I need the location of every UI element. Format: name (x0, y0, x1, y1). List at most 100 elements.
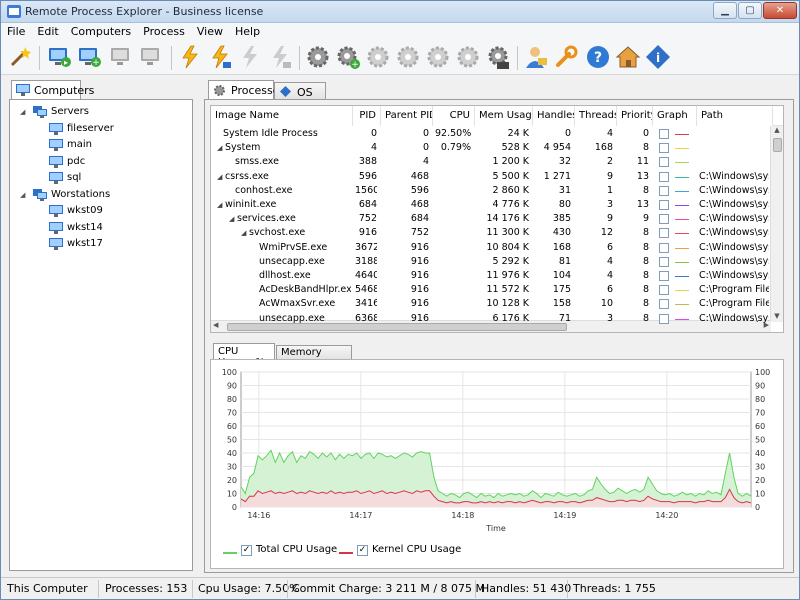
tree-item[interactable]: main (10, 137, 190, 153)
remove-computer-icon[interactable] (139, 44, 165, 70)
process-row[interactable]: System Idle Process 0 0 92.50% 24 K 0 4 0 (211, 127, 771, 141)
close-button[interactable]: ✕ (763, 2, 797, 19)
process-row[interactable]: unsecapp.exe 6368 916 6 176 K 71 3 8 C:\Windows… (211, 312, 771, 326)
kill-process-tree-icon[interactable] (207, 44, 233, 70)
tab-computers[interactable]: Computers (11, 80, 94, 100)
y-tick-label-left: 70 (227, 409, 237, 418)
menu-computers[interactable]: Computers (65, 23, 137, 38)
graph-checkbox[interactable] (659, 242, 669, 253)
menu-view[interactable]: View (191, 23, 229, 38)
tree-group[interactable]: ◢ Worstations (10, 187, 190, 203)
tab-processes[interactable]: Processes (208, 80, 285, 100)
column-header-handles[interactable]: Handles (533, 106, 575, 126)
graph-checkbox[interactable] (659, 214, 669, 225)
expander-icon[interactable]: ◢ (20, 104, 28, 120)
process-row[interactable]: ◢ wininit.exe 684 468 4 776 K 80 3 13 C:\Windows… (211, 198, 771, 212)
column-header-priority[interactable]: Priority (617, 106, 653, 126)
tree-item[interactable]: fileserver (10, 121, 190, 137)
minimize-button[interactable]: ▁ (713, 2, 737, 19)
column-header-name[interactable]: Image Name (211, 106, 353, 126)
gear-pause-icon[interactable] (425, 44, 451, 70)
cell-path: C:\Windows\syste (699, 213, 769, 225)
process-row[interactable]: ◢ svchost.exe 916 752 11 300 K 430 12 8 C:\Windo… (211, 226, 771, 240)
graph-checkbox[interactable] (659, 129, 669, 139)
graph-checkbox[interactable] (659, 157, 669, 168)
expander-icon[interactable]: ◢ (241, 226, 249, 240)
process-row[interactable]: AcDeskBandHlpr.exe 5468 916 11 572 K 175 6 8 C:… (211, 283, 771, 297)
tree-item[interactable]: sql (10, 170, 190, 186)
stop-tree-icon[interactable] (267, 44, 293, 70)
process-row[interactable]: smss.exe 388 4 1 200 K 32 2 11 (211, 155, 771, 169)
cell-pid: 4640 (355, 270, 377, 281)
menu-help[interactable]: Help (229, 23, 266, 38)
info-icon[interactable]: i (645, 44, 671, 70)
home-icon[interactable] (615, 44, 641, 70)
gear-services-icon[interactable] (485, 44, 511, 70)
gear-icon[interactable] (305, 44, 331, 70)
graph-checkbox[interactable] (659, 171, 669, 182)
user-icon[interactable] (523, 44, 549, 70)
graph-checkbox[interactable] (659, 285, 669, 296)
vertical-scrollbar[interactable]: ▲ ▼ (770, 124, 783, 322)
column-header-mem[interactable]: Mem Usage (475, 106, 533, 126)
graph-checkbox[interactable] (659, 271, 669, 281)
column-header-path[interactable]: Path (697, 106, 773, 126)
tree-item[interactable]: wkst17 (10, 236, 190, 252)
process-row[interactable]: conhost.exe 1560 596 2 860 K 31 1 8 C:\Windows\… (211, 184, 771, 198)
menu-edit[interactable]: Edit (31, 23, 64, 38)
maximize-button[interactable]: ▢ (738, 2, 762, 19)
expander-icon[interactable]: ◢ (217, 170, 225, 184)
tree-group[interactable]: ◢ Servers (10, 104, 190, 120)
menu-file[interactable]: File (1, 23, 31, 38)
gear-add-icon[interactable]: + (335, 44, 361, 70)
legend-checkbox-total[interactable]: ✓ (241, 545, 252, 556)
process-row[interactable]: AcWmaxSvr.exe 3416 916 10 128 K 158 10 8 C:\Pro… (211, 297, 771, 311)
process-row[interactable]: ◢ csrss.exe 596 468 5 500 K 1 271 9 13 C:\Window… (211, 170, 771, 184)
kill-process-icon[interactable] (177, 44, 203, 70)
gear-remove-icon[interactable] (365, 44, 391, 70)
process-row[interactable]: ◢ services.exe 752 684 14 176 K 385 9 9 C:\Windo… (211, 212, 771, 226)
wrench-icon[interactable] (553, 44, 579, 70)
graph-checkbox[interactable] (659, 143, 669, 154)
process-row[interactable]: ◢ System 4 0 0.79% 528 K 4 954 168 8 (211, 141, 771, 155)
tab-memory-usage[interactable]: Memory Usage, % (276, 345, 352, 369)
graph-checkbox[interactable] (659, 185, 669, 196)
graph-checkbox[interactable] (659, 256, 669, 267)
column-header-pid[interactable]: PID (353, 106, 381, 126)
graph-checkbox[interactable] (659, 299, 669, 310)
gear-stop-icon[interactable] (395, 44, 421, 70)
column-header-ppid[interactable]: Parent PID (381, 106, 433, 126)
expander-icon[interactable]: ◢ (217, 141, 225, 155)
legend-kernel-cpu[interactable]: ✓ Kernel CPU Usage (339, 544, 559, 560)
process-name: services.exe (237, 213, 296, 225)
legend-checkbox-kernel[interactable]: ✓ (357, 545, 368, 556)
computer-icon (49, 172, 63, 184)
column-header-cpu[interactable]: CPU (433, 106, 475, 126)
tab-os-info[interactable]: OS Info (274, 82, 326, 112)
process-row[interactable]: WmiPrvSE.exe 3672 916 10 804 K 168 6 8 C:\Windo… (211, 241, 771, 255)
cell-cpu: 92.50% (435, 128, 471, 139)
wand-icon[interactable] (7, 44, 33, 70)
expander-icon[interactable]: ◢ (20, 187, 28, 203)
menu-process[interactable]: Process (137, 23, 191, 38)
tree-item[interactable]: pdc (10, 154, 190, 170)
table-header: Image Name PID Parent PID CPU Mem Usage Handl… (211, 106, 783, 126)
expander-icon[interactable]: ◢ (229, 212, 237, 226)
help-icon[interactable]: ? (585, 44, 611, 70)
tree-item[interactable]: wkst14 (10, 220, 190, 236)
tree-item[interactable]: wkst09 (10, 203, 190, 219)
gear-restart-icon[interactable] (455, 44, 481, 70)
graph-checkbox[interactable] (659, 313, 669, 324)
graph-checkbox[interactable] (659, 200, 669, 210)
tab-cpu-usage[interactable]: CPU Usage, % (213, 343, 275, 368)
add-computer-icon[interactable]: + (77, 44, 103, 70)
graph-checkbox[interactable] (659, 228, 669, 239)
connect-computer-icon[interactable]: ▸ (47, 44, 73, 70)
process-row[interactable]: unsecapp.exe 3188 916 5 292 K 81 4 8 C:\Windows… (211, 255, 771, 269)
column-header-graph[interactable]: Graph (653, 106, 697, 126)
column-header-threads[interactable]: Threads (575, 106, 617, 126)
computer-icon[interactable] (109, 44, 135, 70)
expander-icon[interactable]: ◢ (217, 198, 225, 212)
process-row[interactable]: dllhost.exe 4640 916 11 976 K 104 4 8 C:\Window… (211, 269, 771, 283)
stop-icon[interactable] (237, 44, 263, 70)
